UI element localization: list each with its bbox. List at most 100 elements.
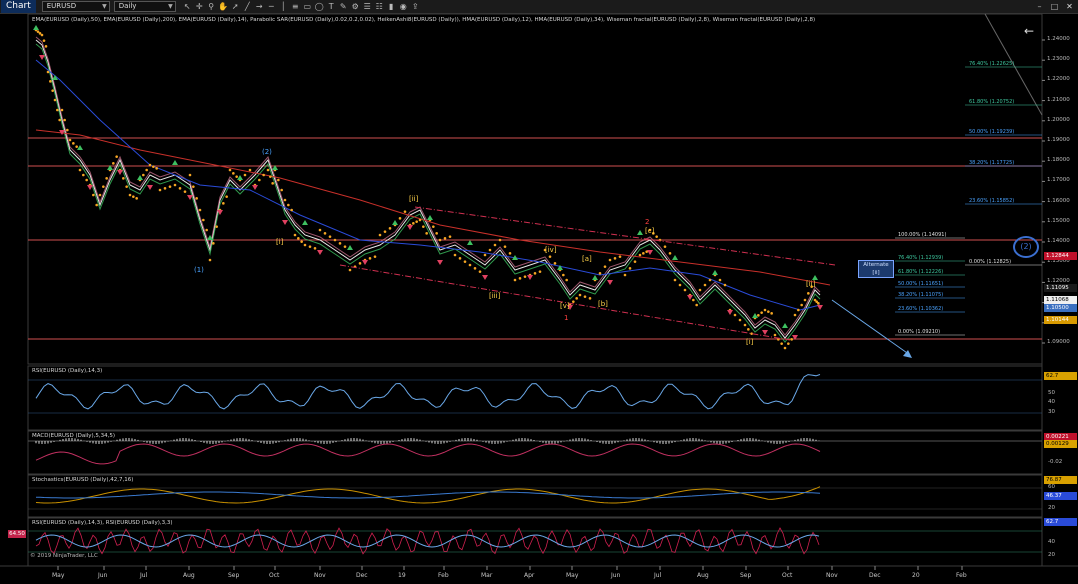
price-tick-label: 1.14000 [1047, 238, 1070, 244]
sar-dot [642, 252, 645, 255]
rsi2-value-badge: 62.7 [1044, 518, 1077, 526]
price-tick-label: 1.16000 [1047, 197, 1070, 204]
sar-dot [198, 208, 202, 212]
sar-dot [271, 182, 274, 185]
macd-value-badge: 0.00129 [1044, 440, 1077, 448]
x-tick-label: Oct [269, 572, 280, 579]
x-tick-label: Mar [481, 572, 493, 579]
price-badge: 1.10144 [1044, 316, 1077, 324]
sar-dot [85, 178, 88, 182]
sar-dot [463, 260, 467, 263]
x-tick-label: Nov [826, 572, 838, 579]
sar-dot [173, 183, 177, 187]
sar-dot [142, 173, 145, 177]
sar-dot [51, 89, 54, 92]
sar-dot [152, 165, 155, 168]
rsi-tick-label: 30 [1048, 409, 1055, 415]
sar-dot [188, 173, 192, 177]
sar-dot [790, 338, 793, 341]
sar-dot [780, 342, 783, 345]
wave-label: (1) [194, 266, 204, 274]
sar-dot [578, 293, 582, 297]
sar-dot [503, 245, 507, 248]
sar-dot [618, 255, 622, 258]
sar-dot [269, 175, 272, 178]
x-tick-label: Jun [98, 572, 108, 579]
sar-dot [767, 310, 770, 313]
sar-dot [42, 39, 46, 42]
sar-dot [663, 245, 667, 248]
sar-dot [383, 230, 387, 233]
x-tick-label: May [52, 572, 65, 579]
wave-label: [iii] [489, 292, 501, 300]
sar-dot [638, 253, 642, 257]
x-tick-label: Dec [356, 572, 368, 579]
sar-dot [235, 175, 238, 178]
sar-dot [243, 173, 247, 177]
sar-dot [803, 298, 807, 302]
sar-dot [668, 252, 672, 255]
price-tick-label: 1.24000 [1047, 36, 1070, 42]
sar-dot [262, 173, 265, 177]
sar-dot [483, 253, 487, 257]
sar-dot [468, 263, 472, 267]
sar-dot [323, 232, 327, 235]
price-tick-label: 1.19000 [1047, 137, 1070, 143]
wave-label: [a] [582, 255, 592, 263]
sar-dot [98, 193, 102, 197]
fib-upper-label: 50.00% (1.19239) [969, 129, 1015, 135]
sar-dot [473, 267, 477, 270]
sar-dot [40, 33, 44, 37]
sar-dot [163, 187, 167, 190]
sar-dot [655, 235, 658, 238]
wave-label: 1 [564, 314, 569, 322]
sar-dot [443, 237, 447, 240]
sar-dot [747, 328, 750, 331]
fib-upper-label: 0.00% (1.12825) [969, 259, 1012, 265]
sar-dot [178, 187, 182, 190]
sar-dot [448, 235, 452, 238]
sar-dot [398, 217, 402, 220]
sar-dot [692, 298, 695, 302]
sar-dot [608, 258, 612, 262]
sar-dot [718, 278, 722, 282]
wave-label: 2 [645, 218, 650, 226]
x-tick-label: 20 [912, 572, 920, 579]
wave-label: [ii] [806, 280, 816, 288]
fib-lower-label: 0.00% (1.09210) [898, 329, 941, 335]
sar-dot [695, 303, 698, 307]
sar-dot [105, 177, 108, 180]
sar-dot [102, 185, 105, 188]
stoch-value-badge: 76.87 [1044, 476, 1077, 484]
sar-dot [628, 267, 632, 270]
sar-dot [248, 168, 252, 172]
sar-dot [603, 265, 607, 268]
sar-dot [36, 30, 40, 33]
rsi2-tick-label: 20 [1048, 552, 1055, 558]
wave-label: (2) [262, 148, 272, 156]
sar-dot [723, 283, 727, 287]
x-tick-label: May [566, 572, 579, 579]
stoch-tick-label: 60 [1048, 484, 1055, 490]
sar-dot [793, 313, 797, 317]
sar-dot [425, 232, 428, 235]
sar-dot [38, 32, 42, 35]
sar-dot [787, 342, 790, 345]
sar-dot [293, 233, 297, 237]
sar-dot [633, 260, 637, 263]
sar-dot [297, 237, 300, 240]
sar-dot [192, 185, 195, 188]
sar-dot [128, 193, 132, 197]
sar-dot [66, 128, 69, 132]
sar-dot [63, 118, 66, 122]
sar-dot [225, 195, 228, 198]
rsi-value-badge: 62.7 [1044, 372, 1077, 380]
rsi2-left-value: 64.50 [8, 530, 26, 538]
sar-dot [432, 225, 435, 228]
sar-dot [338, 242, 342, 245]
alternate-wave-box: Alternate [ii] [858, 260, 894, 278]
sar-dot [378, 233, 382, 237]
sar-dot [763, 308, 767, 312]
price-tick-label: 1.23000 [1047, 56, 1070, 63]
back-arrow-icon[interactable]: ← [1024, 24, 1034, 38]
